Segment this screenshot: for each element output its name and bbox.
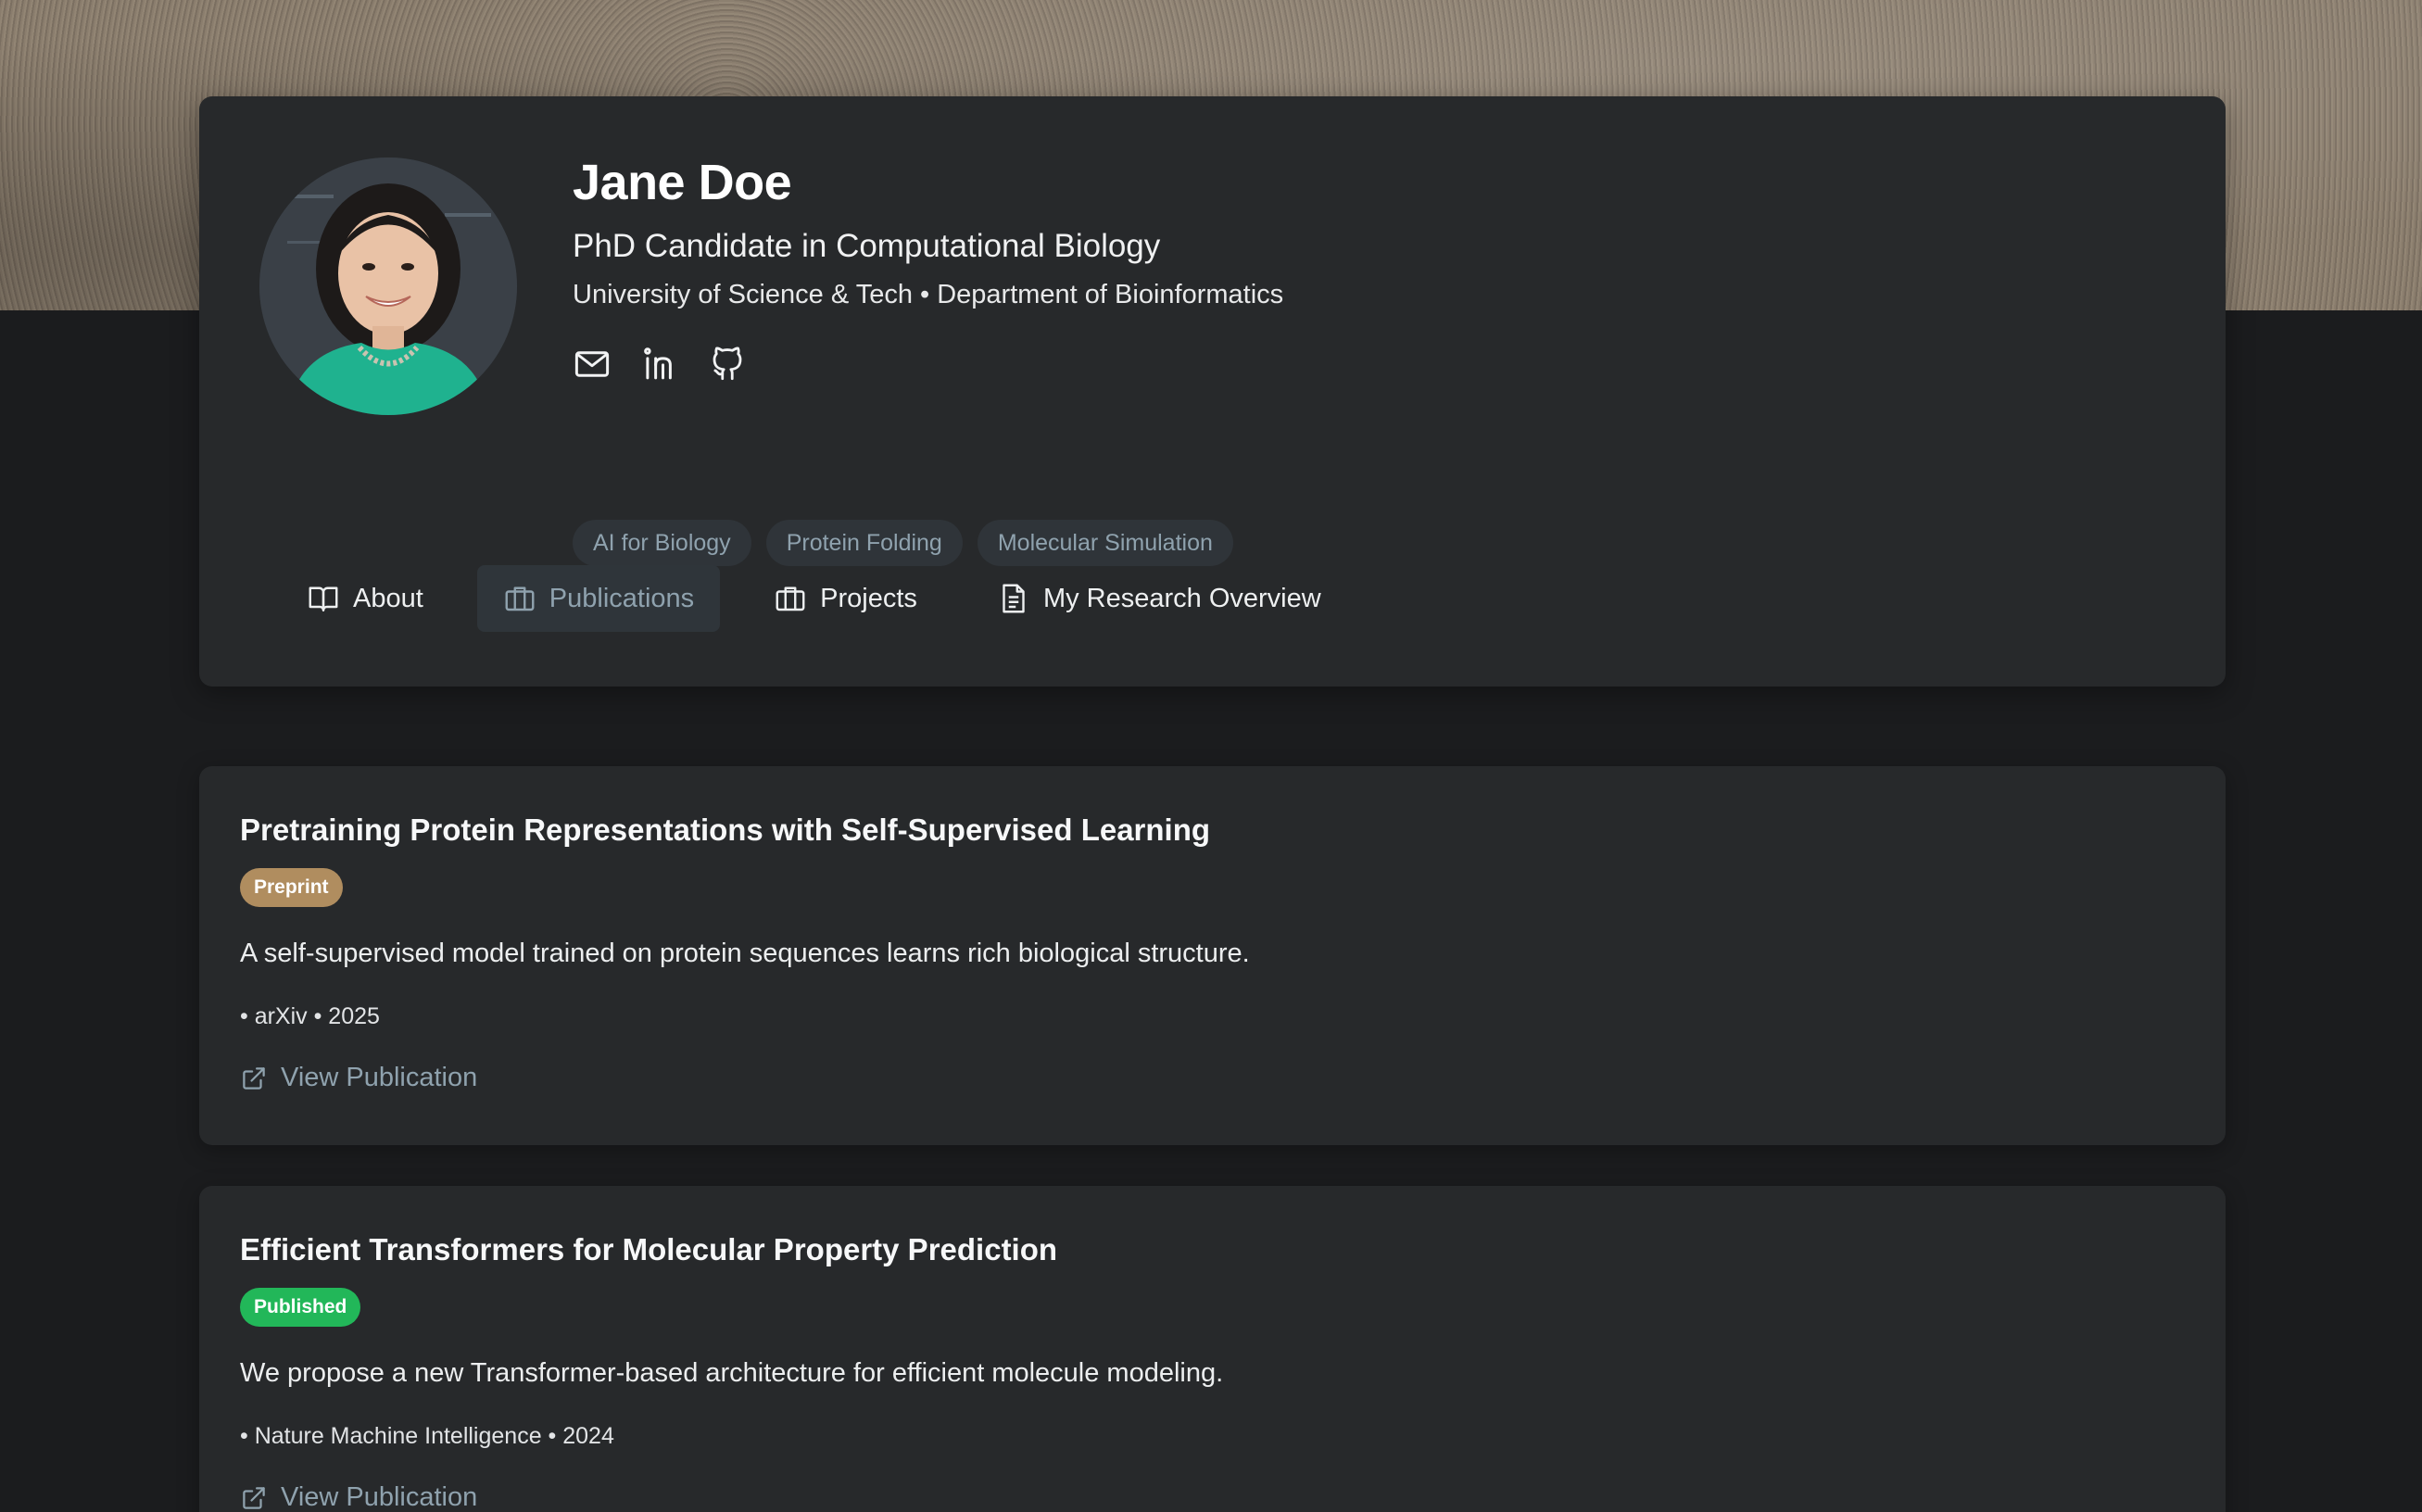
linkedin-icon[interactable] bbox=[640, 345, 679, 384]
publication-meta: • Nature Machine Intelligence • 2024 bbox=[240, 1423, 614, 1449]
view-publication-label: View Publication bbox=[281, 1482, 478, 1512]
publication-card: Efficient Transformers for Molecular Pro… bbox=[199, 1186, 2226, 1512]
social-links bbox=[573, 345, 747, 384]
github-icon[interactable] bbox=[708, 345, 747, 384]
tag-protein-folding: Protein Folding bbox=[765, 520, 963, 566]
tab-publications-label: Publications bbox=[549, 583, 695, 613]
tab-about[interactable]: About bbox=[281, 565, 449, 632]
briefcase-icon bbox=[776, 586, 805, 611]
mail-icon[interactable] bbox=[573, 345, 612, 384]
tab-publications[interactable]: Publications bbox=[476, 565, 721, 632]
publication-description: We propose a new Transformer-based archi… bbox=[240, 1358, 1224, 1388]
publication-title: Pretraining Protein Representations with… bbox=[240, 813, 1211, 847]
publication-description: A self-supervised model trained on prote… bbox=[240, 939, 1250, 968]
tab-projects[interactable]: Projects bbox=[748, 565, 943, 632]
view-publication-label: View Publication bbox=[281, 1063, 478, 1092]
linkedin-link[interactable] bbox=[640, 345, 679, 384]
publication-card: Pretraining Protein Representations with… bbox=[199, 766, 2226, 1145]
tag-molecular-simulation: Molecular Simulation bbox=[977, 520, 1233, 566]
view-publication-link[interactable]: View Publication bbox=[240, 1482, 477, 1512]
publication-title: Efficient Transformers for Molecular Pro… bbox=[240, 1232, 1058, 1266]
publication-meta: • arXiv • 2025 bbox=[240, 1003, 380, 1029]
book-icon bbox=[309, 586, 338, 611]
research-tags: AI for Biology Protein Folding Molecular… bbox=[573, 520, 1233, 566]
github-link[interactable] bbox=[708, 345, 747, 384]
tag-ai-for-biology: AI for Biology bbox=[573, 520, 751, 566]
external-link-icon bbox=[243, 1066, 265, 1090]
avatar-image bbox=[259, 158, 517, 415]
document-icon bbox=[1003, 584, 1025, 613]
mail-link[interactable] bbox=[573, 345, 612, 384]
tab-about-label: About bbox=[353, 583, 423, 613]
profile-tabs: About Publications Projects My Research … bbox=[281, 565, 1347, 632]
view-publication-link[interactable]: View Publication bbox=[240, 1063, 477, 1093]
tab-projects-label: Projects bbox=[820, 583, 917, 613]
profile-name: Jane Doe bbox=[573, 155, 792, 210]
external-link-icon bbox=[243, 1486, 265, 1509]
avatar bbox=[259, 158, 517, 415]
status-badge: Preprint bbox=[240, 868, 343, 907]
briefcase-icon bbox=[505, 586, 535, 611]
status-badge: Published bbox=[240, 1288, 361, 1327]
tab-research-overview-label: My Research Overview bbox=[1042, 583, 1321, 613]
profile-affiliation: University of Science & Tech • Departmen… bbox=[573, 280, 1284, 309]
profile-title: PhD Candidate in Computational Biology bbox=[573, 228, 1161, 264]
tab-research-overview[interactable]: My Research Overview bbox=[971, 565, 1347, 632]
